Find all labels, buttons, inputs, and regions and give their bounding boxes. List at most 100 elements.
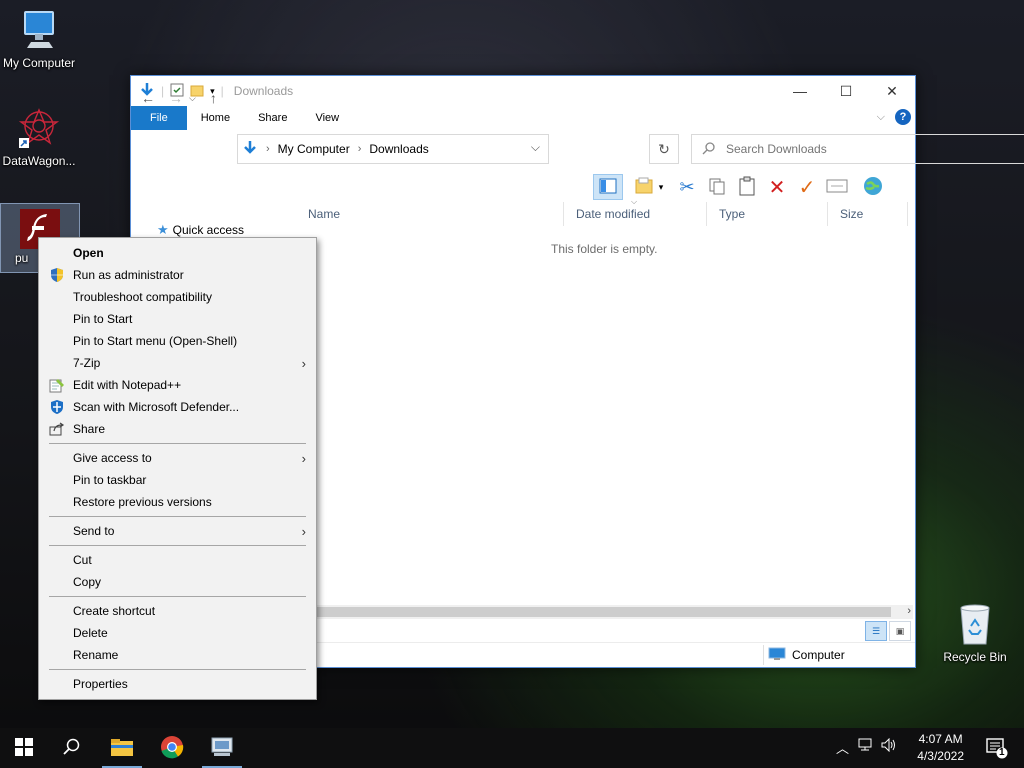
back-arrow-icon[interactable]: ← [141,90,155,106]
rename-button[interactable] [825,175,849,199]
close-button[interactable]: ✕ [869,76,915,106]
title-bar[interactable]: | ▾ | Downloads — ☐ ✕ [131,76,915,106]
recycle-bin-icon [953,602,997,646]
delete-button[interactable]: ✕ [765,175,789,199]
desktop-icon-label: My Computer [2,56,76,70]
search-box[interactable] [691,134,1024,164]
details-view-button[interactable]: ☰ [865,621,887,641]
monitor-icon [17,8,61,52]
large-icons-view-icon: ▣ [895,625,905,636]
action-center-button[interactable]: 1 [986,737,1008,762]
menu-separator [49,516,306,517]
expand-ribbon-icon[interactable]: ⌵ [877,111,885,124]
ribbon-tabs: File Home Share View ⌵ ? [131,106,915,130]
minimize-button[interactable]: — [777,76,823,106]
menu-item-copy[interactable]: Copy [39,571,316,593]
menu-item-properties[interactable]: Properties [39,673,316,695]
menu-item-open[interactable]: Open [39,242,316,264]
status-location-label: Computer [792,648,845,662]
large-icons-view-button[interactable]: ▣ [889,621,911,641]
menu-item-edit-with-notepadpp[interactable]: Edit with Notepad++ [39,374,316,396]
internet-options-button[interactable] [861,175,885,199]
tab-home[interactable]: Home [187,106,244,130]
maximize-icon: ☐ [839,82,853,99]
menu-item-scan-with-defender[interactable]: Scan with Microsoft Defender... [39,396,316,418]
system-tray: ︿ [836,737,897,757]
column-header-type[interactable]: Type [707,202,828,226]
navigation-pane-button[interactable] [593,174,623,200]
desktop-icon-recycle-bin[interactable]: Recycle Bin [936,602,1014,664]
star-icon: ★ [157,222,169,237]
start-icon [15,737,33,759]
chevron-up-icon[interactable]: ︿ [836,738,849,757]
chevron-right-icon: › [357,143,362,155]
menu-item-share[interactable]: Share [39,418,316,440]
control-panel-icon [210,736,234,761]
scroll-right-icon[interactable]: › [907,605,911,617]
paste-button[interactable] [735,175,759,199]
menu-item-7zip[interactable]: 7-Zip › [39,352,316,374]
start-button[interactable] [0,728,48,768]
defender-icon [49,399,65,415]
share-icon [49,421,65,437]
breadcrumb-my-computer[interactable]: My Computer [278,142,350,156]
maximize-button[interactable]: ☐ [823,76,869,106]
checkmark-icon: ✓ [798,176,816,199]
shield-icon [49,267,65,283]
clock[interactable]: 4:07 AM 4/3/2022 [917,731,964,765]
forward-arrow-icon[interactable]: → [169,90,183,106]
column-header-size[interactable]: Size [828,202,908,226]
menu-item-restore-previous-versions[interactable]: Restore previous versions [39,491,316,513]
menu-item-delete[interactable]: Delete [39,622,316,644]
chevron-down-icon[interactable]: ⌵ [531,140,540,155]
globe-icon [862,175,884,200]
copy-button[interactable] [705,175,729,199]
tab-file[interactable]: File [131,106,187,130]
column-header-name[interactable]: Name [296,202,564,226]
search-icon [702,141,716,158]
menu-item-cut[interactable]: Cut [39,549,316,571]
menu-item-pin-to-start[interactable]: Pin to Start [39,308,316,330]
refresh-icon: ↻ [658,140,670,157]
scrollbar-thumb[interactable] [316,607,891,617]
nav-pane-quick-access[interactable]: ★ Quick access [157,222,244,238]
clock-time: 4:07 AM [918,732,963,746]
menu-item-pin-to-taskbar[interactable]: Pin to taskbar [39,469,316,491]
tab-share[interactable]: Share [244,106,301,130]
desktop-icon-my-computer[interactable]: My Computer [0,8,78,70]
breadcrumb-downloads[interactable]: Downloads [369,142,428,156]
recent-locations-icon[interactable]: ⌵ [189,93,196,104]
network-icon[interactable] [857,738,873,757]
menu-item-send-to[interactable]: Send to › [39,520,316,542]
horizontal-scrollbar[interactable]: › [316,605,913,619]
refresh-button[interactable]: ↻ [649,134,679,164]
menu-item-rename[interactable]: Rename [39,644,316,666]
menu-item-run-as-administrator[interactable]: Run as administrator [39,264,316,286]
desktop-icon-label: Recycle Bin [943,650,1007,664]
cut-button[interactable]: ✂ [675,175,699,199]
new-folder-menu-button[interactable]: ▾ [629,175,669,199]
taskbar-chrome[interactable] [148,728,196,768]
taskbar-control-panel[interactable] [198,728,246,768]
desktop-icon-datawagon[interactable]: DataWagon... [0,106,78,168]
up-arrow-icon[interactable]: ↑ [210,90,217,106]
taskbar-file-explorer[interactable] [98,728,146,768]
search-icon [63,738,81,759]
minimize-icon: — [793,83,807,99]
menu-item-pin-to-start-open-shell[interactable]: Pin to Start menu (Open-Shell) [39,330,316,352]
help-icon[interactable]: ? [895,109,911,125]
volume-icon[interactable] [881,737,897,757]
close-icon: ✕ [886,82,898,99]
sort-indicator-icon: ⌵ [631,197,638,206]
search-button[interactable] [48,728,96,768]
menu-item-give-access-to[interactable]: Give access to › [39,447,316,469]
address-bar[interactable]: › My Computer › Downloads ⌵ [237,134,549,164]
notepadpp-icon [49,377,65,393]
properties-button[interactable]: ✓ [795,175,819,199]
folder-icon [635,177,655,198]
red-x-icon: ✕ [768,176,786,199]
search-input[interactable] [724,141,1008,157]
tab-view[interactable]: View [301,106,353,130]
menu-item-troubleshoot-compatibility[interactable]: Troubleshoot compatibility [39,286,316,308]
menu-item-create-shortcut[interactable]: Create shortcut [39,600,316,622]
